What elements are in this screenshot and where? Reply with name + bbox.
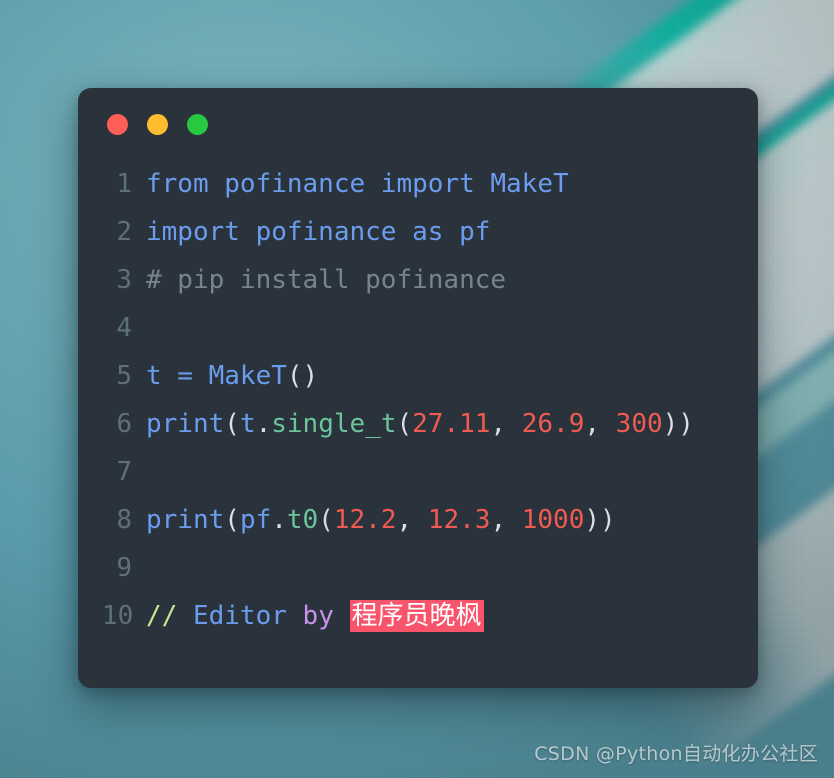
window-titlebar <box>78 88 758 160</box>
line-number: 6 <box>116 409 132 439</box>
code-token: // <box>146 601 193 631</box>
code-line: 1 from pofinance import MakeT <box>102 160 758 208</box>
code-token: , <box>490 505 522 535</box>
code-token: 27.11 <box>412 409 491 439</box>
line-number: 3 <box>116 265 132 295</box>
line-number: 7 <box>116 457 132 487</box>
code-line: 6 print(t.single_t(27.11, 26.9, 300)) <box>102 400 758 448</box>
code-token: )) <box>584 505 616 535</box>
minimize-button-icon[interactable] <box>147 113 168 135</box>
code-token: ( <box>224 505 240 535</box>
code-window: 1 from pofinance import MakeT 2 import pofi… <box>78 88 758 688</box>
code-line-text: import pofinance as pf <box>146 208 758 256</box>
line-number: 2 <box>116 217 132 247</box>
code-token: , <box>584 409 616 439</box>
code-line-text: # pip install pofinance <box>146 256 758 304</box>
code-line: 2 import pofinance as pf <box>102 208 758 256</box>
code-line-text: // Editor by 程序员晚枫 <box>146 592 758 640</box>
code-line-text: print(pf.t0(12.2, 12.3, 1000)) <box>146 496 758 544</box>
code-token: single_t <box>271 409 397 439</box>
code-token: t = MakeT <box>146 361 287 391</box>
code-token: , <box>396 505 428 535</box>
code-line-text: from pofinance import MakeT <box>146 160 758 208</box>
code-token: ( <box>396 409 413 439</box>
code-token: from pofinance import MakeT <box>146 169 569 199</box>
code-token: import pofinance as pf <box>146 217 491 247</box>
code-token: 12.2 <box>333 505 397 535</box>
code-token: ( <box>224 409 240 439</box>
code-token: )) <box>662 409 694 439</box>
code-token: print <box>146 505 225 535</box>
code-line: 9 <box>102 544 758 592</box>
code-token: # pip install pofinance <box>146 265 507 295</box>
line-number: 4 <box>116 313 132 343</box>
code-token: ( <box>318 505 334 535</box>
line-number: 8 <box>116 505 132 535</box>
code-token: Editor <box>192 601 303 631</box>
line-number: 1 <box>116 169 132 199</box>
line-number: 5 <box>116 361 132 391</box>
code-editor[interactable]: 1 from pofinance import MakeT 2 import pofi… <box>78 160 758 640</box>
line-number: 10 <box>102 601 134 631</box>
line-number: 9 <box>116 553 132 583</box>
code-line: 3 # pip install pofinance <box>102 256 758 304</box>
code-line: 8 print(pf.t0(12.2, 12.3, 1000)) <box>102 496 758 544</box>
code-line-text: print(t.single_t(27.11, 26.9, 300)) <box>146 400 758 448</box>
code-token: 300 <box>615 409 663 439</box>
code-line: 4 <box>102 304 758 352</box>
code-token: 程序员晚枫 <box>349 600 484 632</box>
code-line: 5 t = MakeT() <box>102 352 758 400</box>
csdn-watermark: CSDN @Python自动化办公社区 <box>534 743 818 765</box>
code-token: 26.9 <box>521 409 585 439</box>
code-line: 10 // Editor by 程序员晚枫 <box>102 592 758 640</box>
close-button-icon[interactable] <box>107 113 128 135</box>
code-token: . <box>271 505 287 535</box>
code-token: by <box>302 601 350 631</box>
code-token: . <box>255 409 272 439</box>
code-token: t <box>239 409 256 439</box>
maximize-button-icon[interactable] <box>187 113 208 135</box>
code-line-text: t = MakeT() <box>146 352 758 400</box>
screenshot-root: 1 from pofinance import MakeT 2 import pofi… <box>0 0 834 778</box>
code-token: t0 <box>286 505 319 535</box>
code-line: 7 <box>102 448 758 496</box>
code-token: pf <box>239 505 272 535</box>
code-token: 12.3 <box>427 505 491 535</box>
code-token: 1000 <box>521 505 585 535</box>
code-token: , <box>490 409 522 439</box>
code-token: () <box>286 361 319 391</box>
code-token: print <box>146 409 225 439</box>
